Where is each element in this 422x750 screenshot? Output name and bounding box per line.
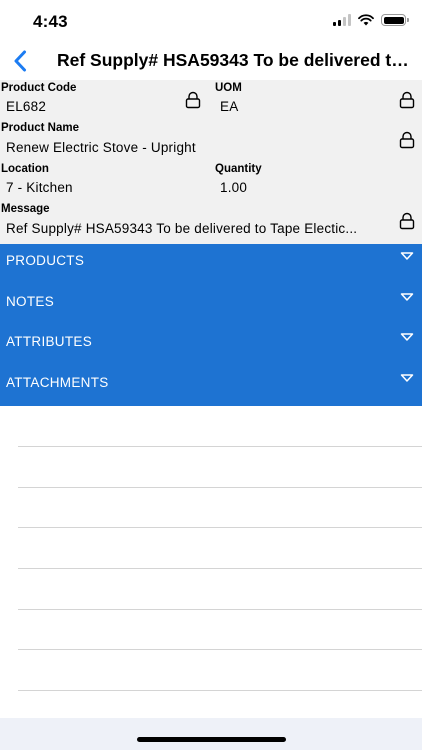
chevron-down-icon	[400, 333, 414, 341]
detail-panel: Product Code EL682 UOM EA Product Name R…	[0, 80, 422, 244]
location-label: Location	[1, 163, 49, 175]
list-divider	[18, 568, 422, 569]
chevron-left-icon	[14, 50, 26, 72]
empty-list	[0, 406, 422, 718]
section-notes[interactable]: NOTES	[0, 285, 422, 325]
product-code-label: Product Code	[1, 82, 77, 94]
product-name-value: Renew Electric Stove - Upright	[6, 140, 196, 155]
message-value: Ref Supply# HSA59343 To be delivered to …	[6, 221, 358, 236]
location-value: 7 - Kitchen	[6, 180, 73, 195]
wifi-icon	[358, 14, 374, 26]
product-code-value: EL682	[6, 99, 47, 114]
section-label: ATTACHMENTS	[6, 375, 109, 390]
cellular-signal-icon	[333, 14, 351, 26]
message-label: Message	[1, 203, 50, 215]
battery-icon	[381, 14, 409, 26]
home-indicator[interactable]	[137, 737, 286, 742]
section-attributes[interactable]: ATTRIBUTES	[0, 325, 422, 365]
product-name-label: Product Name	[1, 122, 79, 134]
lock-icon	[399, 91, 415, 109]
section-label: PRODUCTS	[6, 253, 85, 268]
status-bar: 4:43	[0, 0, 422, 40]
list-divider	[18, 487, 422, 488]
navigation-bar: Ref Supply# HSA59343 To be delivered to …	[0, 40, 422, 82]
section-attachments[interactable]: ATTACHMENTS	[0, 366, 422, 406]
lock-icon	[399, 131, 415, 149]
list-divider	[18, 527, 422, 528]
quantity-label: Quantity	[215, 163, 262, 175]
page-title: Ref Supply# HSA59343 To be delivered to …	[57, 50, 412, 70]
uom-value: EA	[220, 99, 239, 114]
chevron-down-icon	[400, 374, 414, 382]
list-divider	[18, 609, 422, 610]
quantity-value: 1.00	[220, 180, 248, 195]
lock-icon	[399, 212, 415, 230]
list-divider	[18, 446, 422, 447]
status-time: 4:43	[33, 12, 68, 31]
list-divider	[18, 649, 422, 650]
uom-label: UOM	[215, 82, 242, 94]
section-label: NOTES	[6, 294, 55, 309]
back-button[interactable]	[6, 46, 34, 76]
chevron-down-icon	[400, 252, 414, 260]
section-products[interactable]: PRODUCTS	[0, 244, 422, 284]
section-list: PRODUCTS NOTES ATTRIBUTES ATTACHMENTS	[0, 244, 422, 406]
chevron-down-icon	[400, 293, 414, 301]
bottom-bar	[0, 718, 422, 750]
list-divider	[18, 690, 422, 691]
status-icons	[333, 14, 409, 26]
lock-icon	[185, 91, 201, 109]
section-label: ATTRIBUTES	[6, 334, 93, 349]
